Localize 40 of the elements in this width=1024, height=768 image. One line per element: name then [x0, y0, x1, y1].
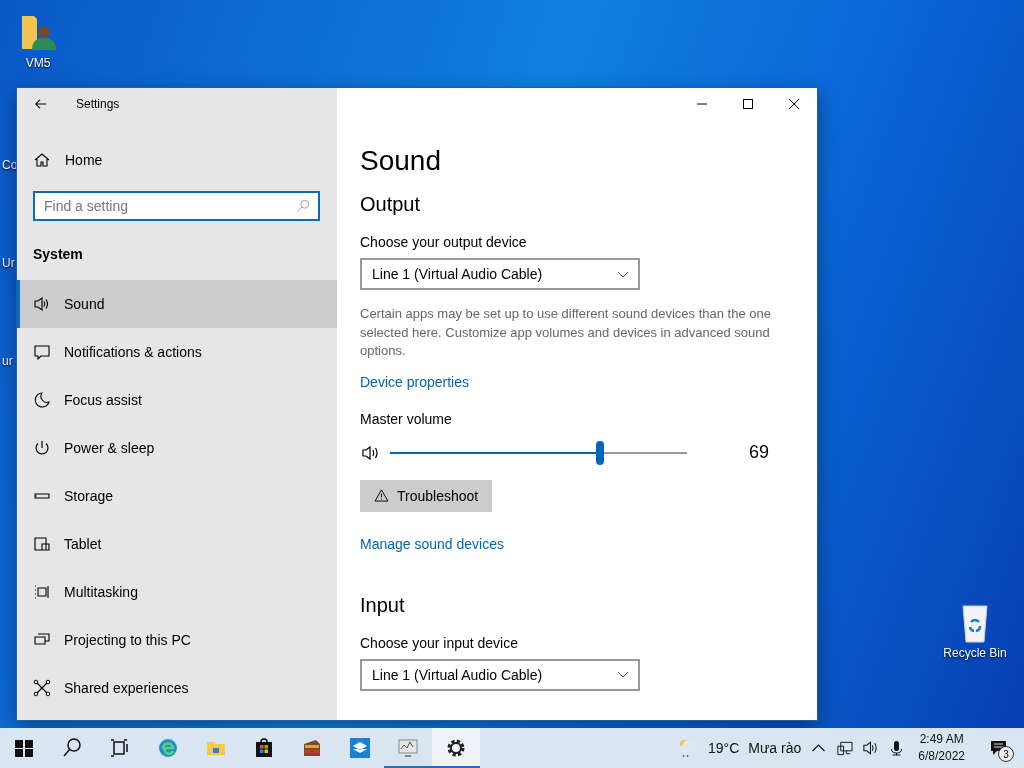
desktop-icon-label: Recycle Bin — [943, 646, 1007, 660]
sidebar-item[interactable]: Focus assist — [17, 376, 337, 424]
search-field[interactable]: Find a setting — [33, 191, 320, 221]
sidebar-item[interactable]: Projecting to this PC — [17, 616, 337, 664]
field-label: Choose your output device — [360, 233, 527, 251]
slider-label: Master volume — [360, 409, 452, 428]
weather-condition[interactable]: Mưa rào — [748, 740, 802, 756]
notification-count-badge: 3 — [998, 746, 1014, 762]
window-title: Settings — [76, 97, 120, 111]
troubleshoot-button[interactable]: Troubleshoot — [360, 479, 493, 512]
section-heading: Input — [360, 592, 405, 618]
desktop-icon[interactable]: Recycle Bin — [937, 600, 1013, 660]
desktop-icon[interactable]: VM5 — [0, 10, 76, 70]
desktop-icon-label: VM5 — [25, 56, 51, 70]
device-properties-link[interactable]: Device properties — [360, 373, 469, 390]
sidebar-item[interactable]: Storage — [17, 472, 337, 520]
clock[interactable]: 2:49 AM 6/8/2022 — [918, 731, 965, 765]
section-heading: Output — [360, 192, 421, 217]
field-label: Choose your input device — [360, 633, 518, 652]
input-device-dropdown[interactable]: Line 1 (Virtual Audio Cable) — [360, 658, 640, 691]
page-title: Sound — [360, 144, 441, 178]
description-text: Certain apps may be set up to use different sound devices than the one selected here. Customize app volumes and devices in advanced sound options. — [360, 305, 772, 360]
clock-date: 6/8/2022 — [918, 748, 965, 765]
sidebar-item[interactable]: Sound — [17, 280, 337, 328]
sidebar-item[interactable]: Power & sleep — [17, 424, 337, 472]
sidebar-item[interactable]: Shared experiences — [17, 664, 337, 712]
clock-time: 2:49 AM — [919, 731, 964, 748]
desktop-icon-label: Ur — [2, 256, 15, 270]
home-nav-item[interactable]: Home — [33, 149, 103, 171]
weather-temperature[interactable]: 19°C — [708, 740, 740, 756]
manage-devices-link[interactable]: Manage sound devices — [360, 535, 504, 552]
output-device-dropdown[interactable]: Line 1 (Virtual Audio Cable) — [360, 258, 640, 290]
desktop-icon-label: Co — [2, 158, 18, 172]
sidebar-item[interactable]: Notifications & actions — [17, 328, 337, 376]
desktop-icon-label: ur — [2, 354, 13, 368]
sidebar-item[interactable]: Multitasking — [17, 568, 337, 616]
notifications-button[interactable]: 3 — [984, 733, 1014, 763]
sidebar-item[interactable]: Tablet — [17, 520, 337, 568]
volume-value: 69 — [749, 442, 770, 463]
section-heading: System — [33, 246, 83, 264]
